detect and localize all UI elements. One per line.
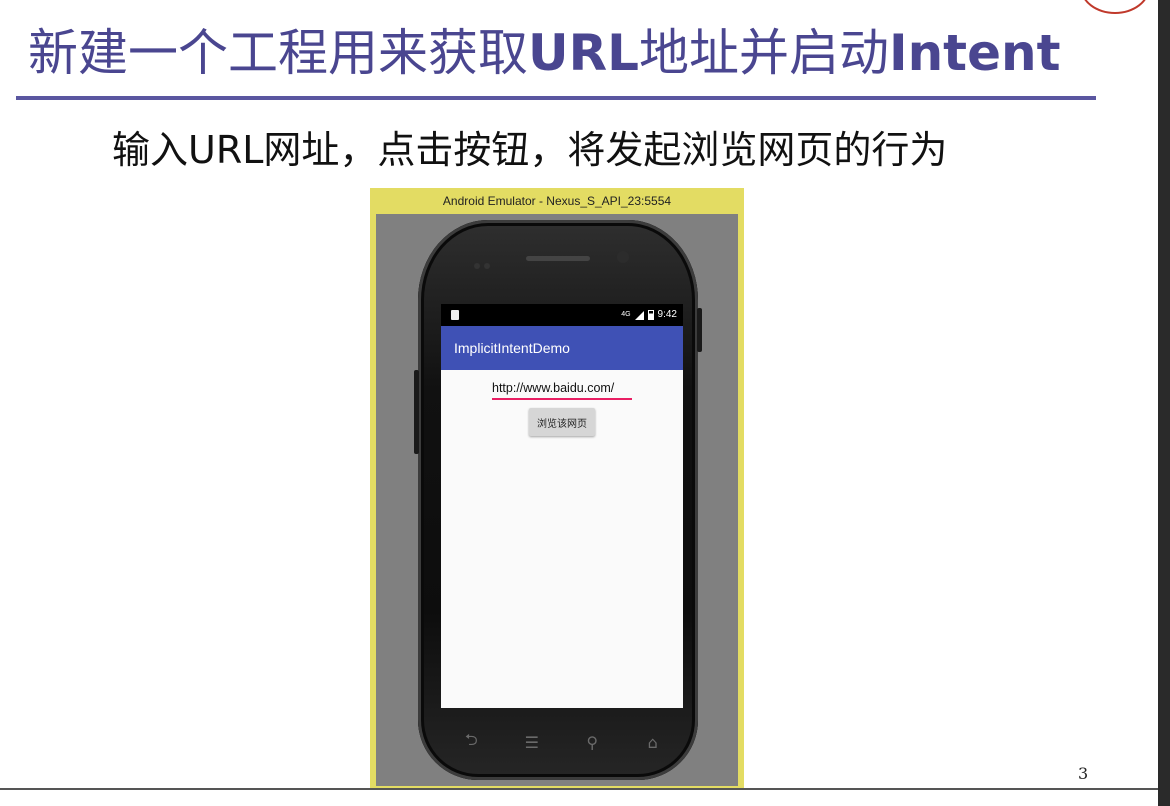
signal-icon bbox=[634, 310, 644, 320]
phone-screen: 4G 9:42 ImplicitIntentDemo 浏览该网页 bbox=[441, 304, 683, 708]
menu-icon[interactable]: ☰ bbox=[520, 730, 544, 754]
app-title: ImplicitIntentDemo bbox=[454, 340, 570, 356]
home-icon[interactable]: ⌂ bbox=[641, 730, 665, 754]
sd-card-icon bbox=[451, 310, 459, 320]
back-icon[interactable]: ⮌ bbox=[459, 730, 483, 754]
title-divider bbox=[16, 96, 1096, 100]
page-number: 3 bbox=[1078, 764, 1089, 783]
browse-page-button[interactable]: 浏览该网页 bbox=[529, 408, 595, 436]
url-input[interactable] bbox=[492, 378, 632, 400]
volume-button[interactable] bbox=[414, 370, 419, 454]
front-camera-icon bbox=[617, 251, 629, 263]
school-seal-logo bbox=[1080, 0, 1150, 14]
app-bar: ImplicitIntentDemo bbox=[441, 326, 683, 370]
title-part-1: 新建一个工程用来获取 bbox=[28, 24, 528, 82]
power-button[interactable] bbox=[697, 308, 702, 352]
footer-divider bbox=[0, 788, 1158, 790]
network-type: 4G bbox=[621, 311, 631, 318]
emulator-window: Android Emulator - Nexus_S_API_23:5554 4… bbox=[370, 188, 744, 790]
emulator-stage: 4G 9:42 ImplicitIntentDemo 浏览该网页 ⮌ ☰ ⚲ ⌂ bbox=[376, 214, 738, 786]
slide-title: 新建一个工程用来获取URL地址并启动Intent bbox=[28, 18, 1138, 88]
navigation-bar: ⮌ ☰ ⚲ ⌂ bbox=[441, 720, 683, 764]
title-part-2: URL bbox=[528, 24, 639, 82]
search-icon[interactable]: ⚲ bbox=[580, 730, 604, 754]
phone-frame: 4G 9:42 ImplicitIntentDemo 浏览该网页 ⮌ ☰ ⚲ ⌂ bbox=[414, 220, 702, 780]
window-edge bbox=[1158, 0, 1170, 806]
title-part-4: Intent bbox=[888, 24, 1061, 82]
emulator-window-title[interactable]: Android Emulator - Nexus_S_API_23:5554 bbox=[370, 188, 744, 214]
earpiece-speaker bbox=[526, 256, 590, 261]
battery-icon bbox=[647, 310, 654, 320]
slide-subtitle: 输入URL网址，点击按钮，将发起浏览网页的行为 bbox=[112, 128, 948, 172]
title-part-3: 地址并启动 bbox=[638, 24, 889, 82]
sensor-icon bbox=[474, 254, 504, 269]
status-bar: 4G 9:42 bbox=[441, 304, 683, 326]
status-time: 9:42 bbox=[657, 309, 677, 320]
status-indicators: 4G 9:42 bbox=[621, 304, 677, 326]
